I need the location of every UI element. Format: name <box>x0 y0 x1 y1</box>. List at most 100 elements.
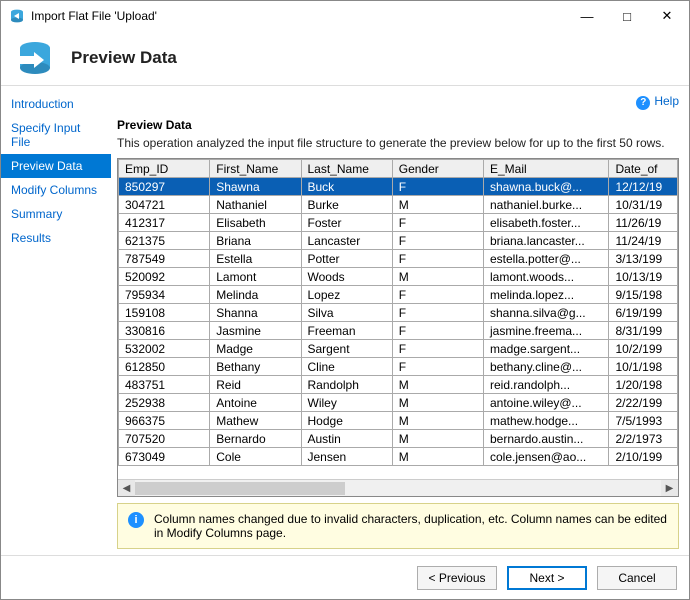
table-cell: 304721 <box>119 196 210 214</box>
column-header[interactable]: First_Name <box>210 160 301 178</box>
scroll-right-icon[interactable]: ▶ <box>661 480 678 497</box>
table-cell: Freeman <box>301 322 392 340</box>
table-cell: mathew.hodge... <box>484 412 609 430</box>
table-cell: 532002 <box>119 340 210 358</box>
table-cell: Antoine <box>210 394 301 412</box>
table-cell: F <box>392 232 483 250</box>
table-cell: Bernardo <box>210 430 301 448</box>
table-cell: M <box>392 448 483 466</box>
table-cell: M <box>392 268 483 286</box>
table-cell: Buck <box>301 178 392 196</box>
table-cell: bernardo.austin... <box>484 430 609 448</box>
cancel-button[interactable]: Cancel <box>597 566 677 590</box>
table-cell: 483751 <box>119 376 210 394</box>
table-row[interactable]: 707520BernardoAustinMbernardo.austin...2… <box>119 430 678 448</box>
table-row[interactable]: 621375BrianaLancasterFbriana.lancaster..… <box>119 232 678 250</box>
database-import-icon <box>15 38 55 78</box>
sidebar-item-introduction[interactable]: Introduction <box>1 92 111 116</box>
table-cell: cole.jensen@ao... <box>484 448 609 466</box>
table-row[interactable]: 159108ShannaSilvaFshanna.silva@g...6/19/… <box>119 304 678 322</box>
sidebar-item-specify-input-file[interactable]: Specify Input File <box>1 116 111 154</box>
data-table[interactable]: Emp_IDFirst_NameLast_NameGenderE_MailDat… <box>118 159 678 466</box>
table-row[interactable]: 787549EstellaPotterFestella.potter@...3/… <box>119 250 678 268</box>
table-cell: antoine.wiley@... <box>484 394 609 412</box>
table-row[interactable]: 673049ColeJensenMcole.jensen@ao...2/10/1… <box>119 448 678 466</box>
column-header[interactable]: Last_Name <box>301 160 392 178</box>
next-button[interactable]: Next > <box>507 566 587 590</box>
table-cell: Shanna <box>210 304 301 322</box>
table-cell: Elisabeth <box>210 214 301 232</box>
table-cell: briana.lancaster... <box>484 232 609 250</box>
table-cell: Madge <box>210 340 301 358</box>
table-cell: 850297 <box>119 178 210 196</box>
table-cell: Lancaster <box>301 232 392 250</box>
scroll-left-icon[interactable]: ◀ <box>118 480 135 497</box>
table-cell: nathaniel.burke... <box>484 196 609 214</box>
table-cell: Mathew <box>210 412 301 430</box>
table-cell: 707520 <box>119 430 210 448</box>
wizard-sidebar: IntroductionSpecify Input FilePreview Da… <box>1 86 111 555</box>
table-cell: 520092 <box>119 268 210 286</box>
table-row[interactable]: 795934MelindaLopezFmelinda.lopez...9/15/… <box>119 286 678 304</box>
table-row[interactable]: 966375MathewHodgeMmathew.hodge...7/5/199… <box>119 412 678 430</box>
table-cell: F <box>392 304 483 322</box>
table-row[interactable]: 850297ShawnaBuckFshawna.buck@...12/12/19 <box>119 178 678 196</box>
minimize-button[interactable]: ― <box>567 2 607 30</box>
table-cell: Randolph <box>301 376 392 394</box>
table-cell: Sargent <box>301 340 392 358</box>
wizard-header: Preview Data <box>1 31 689 85</box>
table-cell: shanna.silva@g... <box>484 304 609 322</box>
table-cell: shawna.buck@... <box>484 178 609 196</box>
sidebar-item-modify-columns[interactable]: Modify Columns <box>1 178 111 202</box>
table-row[interactable]: 612850BethanyClineFbethany.cline@...10/1… <box>119 358 678 376</box>
table-cell: 7/5/1993 <box>609 412 678 430</box>
table-cell: F <box>392 358 483 376</box>
scroll-track[interactable] <box>135 480 661 497</box>
table-row[interactable]: 412317ElisabethFosterFelisabeth.foster..… <box>119 214 678 232</box>
table-cell: 252938 <box>119 394 210 412</box>
info-bar: i Column names changed due to invalid ch… <box>117 503 679 549</box>
table-cell: Jasmine <box>210 322 301 340</box>
table-row[interactable]: 252938AntoineWileyMantoine.wiley@...2/22… <box>119 394 678 412</box>
table-row[interactable]: 532002MadgeSargentFmadge.sargent...10/2/… <box>119 340 678 358</box>
sidebar-item-results[interactable]: Results <box>1 226 111 250</box>
sidebar-item-preview-data[interactable]: Preview Data <box>1 154 111 178</box>
table-cell: Woods <box>301 268 392 286</box>
previous-button[interactable]: < Previous <box>417 566 497 590</box>
table-cell: M <box>392 394 483 412</box>
table-cell: 412317 <box>119 214 210 232</box>
preview-grid: Emp_IDFirst_NameLast_NameGenderE_MailDat… <box>117 158 679 497</box>
page-title: Preview Data <box>71 48 177 68</box>
table-cell: madge.sargent... <box>484 340 609 358</box>
table-cell: 787549 <box>119 250 210 268</box>
table-row[interactable]: 483751ReidRandolphMreid.randolph...1/20/… <box>119 376 678 394</box>
table-row[interactable]: 304721NathanielBurkeMnathaniel.burke...1… <box>119 196 678 214</box>
table-cell: F <box>392 322 483 340</box>
table-row[interactable]: 330816JasmineFreemanFjasmine.freema...8/… <box>119 322 678 340</box>
table-cell: M <box>392 430 483 448</box>
close-button[interactable]: ✕ <box>647 2 687 30</box>
table-cell: 966375 <box>119 412 210 430</box>
sidebar-item-summary[interactable]: Summary <box>1 202 111 226</box>
content-area: ?Help Preview Data This operation analyz… <box>111 86 689 555</box>
table-cell: 8/31/199 <box>609 322 678 340</box>
scroll-thumb[interactable] <box>135 482 345 495</box>
table-cell: 11/26/19 <box>609 214 678 232</box>
info-icon: i <box>128 512 144 528</box>
table-cell: Burke <box>301 196 392 214</box>
horizontal-scrollbar[interactable]: ◀ ▶ <box>118 479 678 496</box>
table-cell: 11/24/19 <box>609 232 678 250</box>
column-header[interactable]: Gender <box>392 160 483 178</box>
column-header[interactable]: Emp_ID <box>119 160 210 178</box>
table-row[interactable]: 520092LamontWoodsMlamont.woods...10/13/1… <box>119 268 678 286</box>
table-cell: Potter <box>301 250 392 268</box>
column-header[interactable]: Date_of <box>609 160 678 178</box>
column-header[interactable]: E_Mail <box>484 160 609 178</box>
help-link[interactable]: ?Help <box>117 94 679 110</box>
table-cell: reid.randolph... <box>484 376 609 394</box>
maximize-button[interactable]: □ <box>607 2 647 30</box>
table-cell: M <box>392 196 483 214</box>
table-cell: Jensen <box>301 448 392 466</box>
grid-scroll-area[interactable]: Emp_IDFirst_NameLast_NameGenderE_MailDat… <box>118 159 678 479</box>
table-cell: bethany.cline@... <box>484 358 609 376</box>
